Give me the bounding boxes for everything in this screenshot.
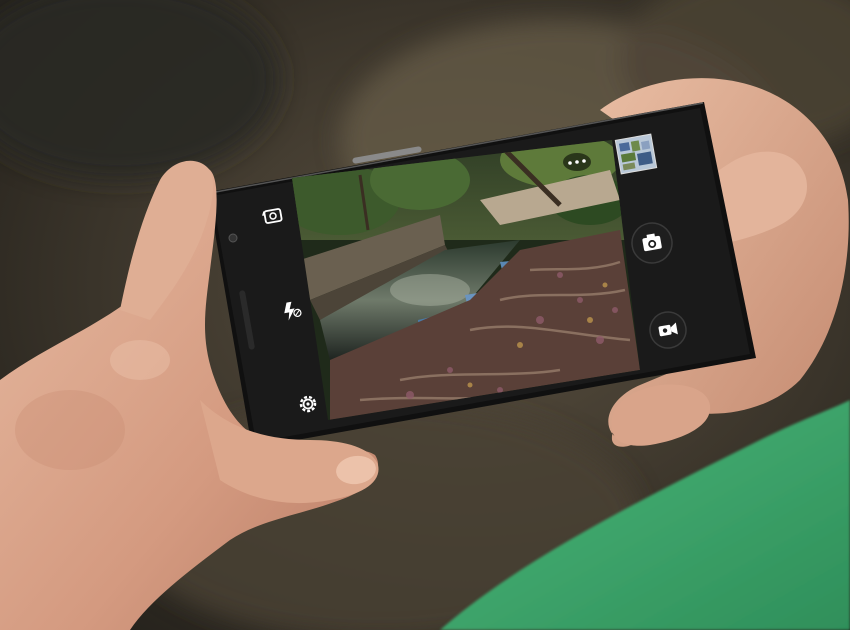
photo-scene: [0, 0, 850, 630]
gallery-thumbnail[interactable]: [614, 133, 658, 175]
more-dots-icon[interactable]: [563, 153, 591, 171]
